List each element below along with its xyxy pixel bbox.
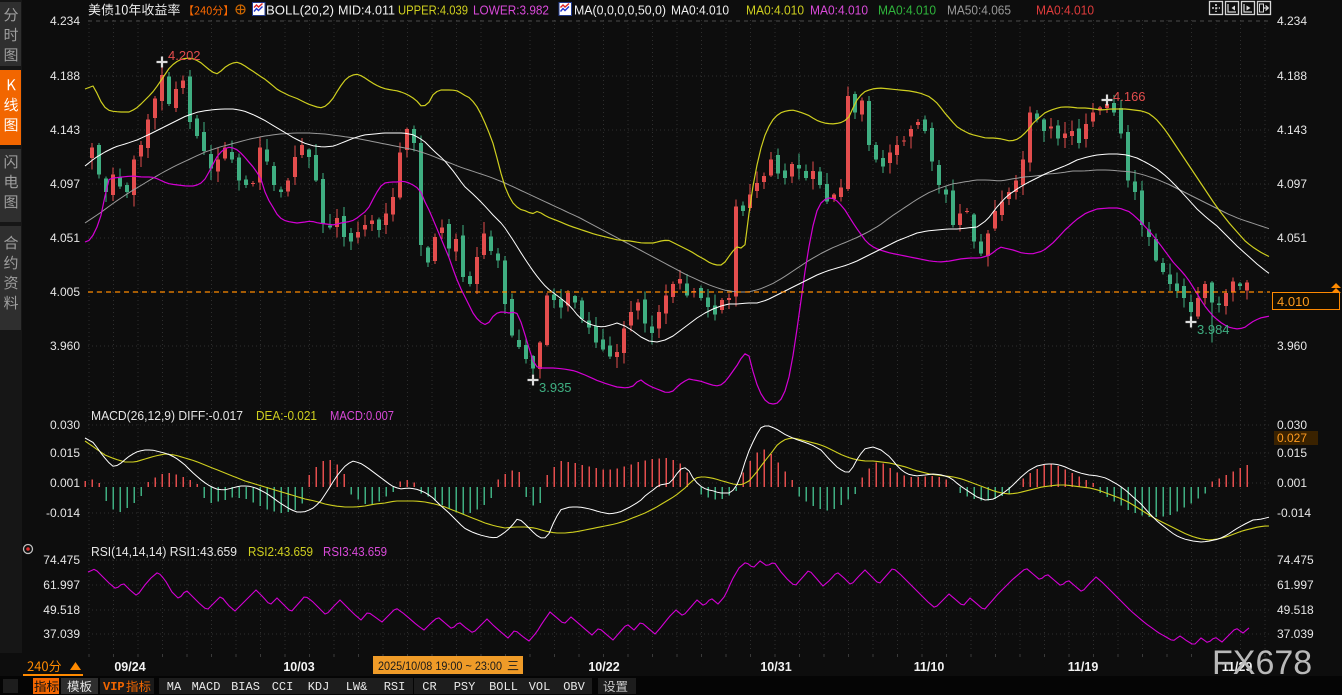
svg-text:49.518: 49.518 [43, 603, 80, 617]
svg-text:61.997: 61.997 [43, 578, 80, 592]
svg-text:RSI3:43.659: RSI3:43.659 [323, 544, 387, 559]
svg-text:MA50:4.065: MA50:4.065 [947, 3, 1011, 18]
svg-text:09/24: 09/24 [114, 660, 145, 674]
svg-text:OBV: OBV [563, 680, 585, 694]
svg-text:MID:4.011: MID:4.011 [338, 3, 395, 18]
svg-text:MA0:4.010: MA0:4.010 [810, 3, 868, 18]
svg-text:MA0:4.010: MA0:4.010 [671, 3, 729, 18]
svg-text:4.143: 4.143 [1277, 123, 1307, 137]
svg-text:74.475: 74.475 [43, 553, 80, 567]
svg-text:RSI: RSI [384, 680, 406, 694]
svg-text:BOLL: BOLL [489, 680, 518, 694]
svg-text:61.997: 61.997 [1277, 578, 1314, 592]
svg-text:MA0:4.010: MA0:4.010 [878, 3, 936, 18]
svg-text:MA0:4.010: MA0:4.010 [746, 3, 804, 18]
svg-text:4.166: 4.166 [1113, 89, 1146, 104]
svg-text:4.051: 4.051 [50, 231, 80, 245]
svg-text:4.234: 4.234 [1277, 14, 1307, 28]
svg-text:4.005: 4.005 [50, 285, 80, 299]
svg-text:MA(0,0,0,0,50,0): MA(0,0,0,0,50,0) [574, 3, 666, 18]
svg-text:DEA:-0.021: DEA:-0.021 [256, 408, 317, 423]
svg-text:4.010: 4.010 [1277, 294, 1310, 309]
svg-text:VOL: VOL [529, 680, 551, 694]
svg-text:MA: MA [167, 680, 182, 694]
svg-text:37.039: 37.039 [43, 627, 80, 641]
svg-text:PSY: PSY [454, 680, 476, 694]
svg-text:10/03: 10/03 [283, 660, 314, 674]
svg-text:3.960: 3.960 [50, 339, 80, 353]
svg-text:-0.014: -0.014 [1277, 506, 1311, 520]
svg-text:4.051: 4.051 [1277, 231, 1307, 245]
svg-text:CCI: CCI [272, 680, 294, 694]
svg-text:4.097: 4.097 [1277, 177, 1307, 191]
svg-text:0.027: 0.027 [1277, 431, 1307, 445]
svg-text:MACD:0.007: MACD:0.007 [330, 408, 394, 423]
svg-text:LOWER:3.982: LOWER:3.982 [473, 3, 549, 18]
svg-text:0.030: 0.030 [50, 418, 80, 432]
svg-text:11/10: 11/10 [914, 660, 945, 674]
svg-text:-0.014: -0.014 [46, 506, 80, 520]
svg-text:UPPER:4.039: UPPER:4.039 [398, 3, 468, 18]
svg-text:2025/10/08 19:00 ~ 23:00: 2025/10/08 19:00 ~ 23:00 [378, 659, 502, 673]
svg-text:0.015: 0.015 [50, 446, 80, 460]
svg-text:4.188: 4.188 [50, 69, 80, 83]
svg-text:4.097: 4.097 [50, 177, 80, 191]
svg-text:RSI(14,14,14) RSI1:43.659: RSI(14,14,14) RSI1:43.659 [91, 544, 237, 559]
svg-text:37.039: 37.039 [1277, 627, 1314, 641]
svg-text:MA0:4.010: MA0:4.010 [1036, 3, 1094, 18]
svg-text:4.143: 4.143 [50, 123, 80, 137]
svg-text:CR: CR [422, 680, 436, 694]
svg-text:4.188: 4.188 [1277, 69, 1307, 83]
svg-text:0.030: 0.030 [1277, 418, 1307, 432]
svg-text:LW&: LW& [346, 680, 368, 694]
svg-text:11/19: 11/19 [1068, 660, 1099, 674]
svg-text:MACD(26,12,9) DIFF:-0.017: MACD(26,12,9) DIFF:-0.017 [91, 408, 243, 423]
svg-text:4.202: 4.202 [168, 48, 201, 63]
svg-text:74.475: 74.475 [1277, 553, 1314, 567]
svg-text:0.001: 0.001 [50, 476, 80, 490]
svg-text:BIAS: BIAS [231, 680, 260, 694]
svg-text:10/31: 10/31 [760, 660, 791, 674]
svg-text:VIP: VIP [103, 680, 125, 694]
svg-text:3.935: 3.935 [539, 380, 572, 395]
svg-text:BOLL(20,2): BOLL(20,2) [266, 3, 334, 18]
svg-text:0.001: 0.001 [1277, 476, 1307, 490]
svg-text:KDJ: KDJ [308, 680, 330, 694]
svg-text:10/22: 10/22 [588, 660, 619, 674]
svg-text:49.518: 49.518 [1277, 603, 1314, 617]
svg-text:MACD: MACD [192, 680, 221, 694]
svg-text:0.015: 0.015 [1277, 446, 1307, 460]
svg-text:RSI2:43.659: RSI2:43.659 [248, 544, 313, 559]
svg-text:3.984: 3.984 [1197, 322, 1230, 337]
svg-text:4.234: 4.234 [50, 14, 80, 28]
svg-text:3.960: 3.960 [1277, 339, 1307, 353]
